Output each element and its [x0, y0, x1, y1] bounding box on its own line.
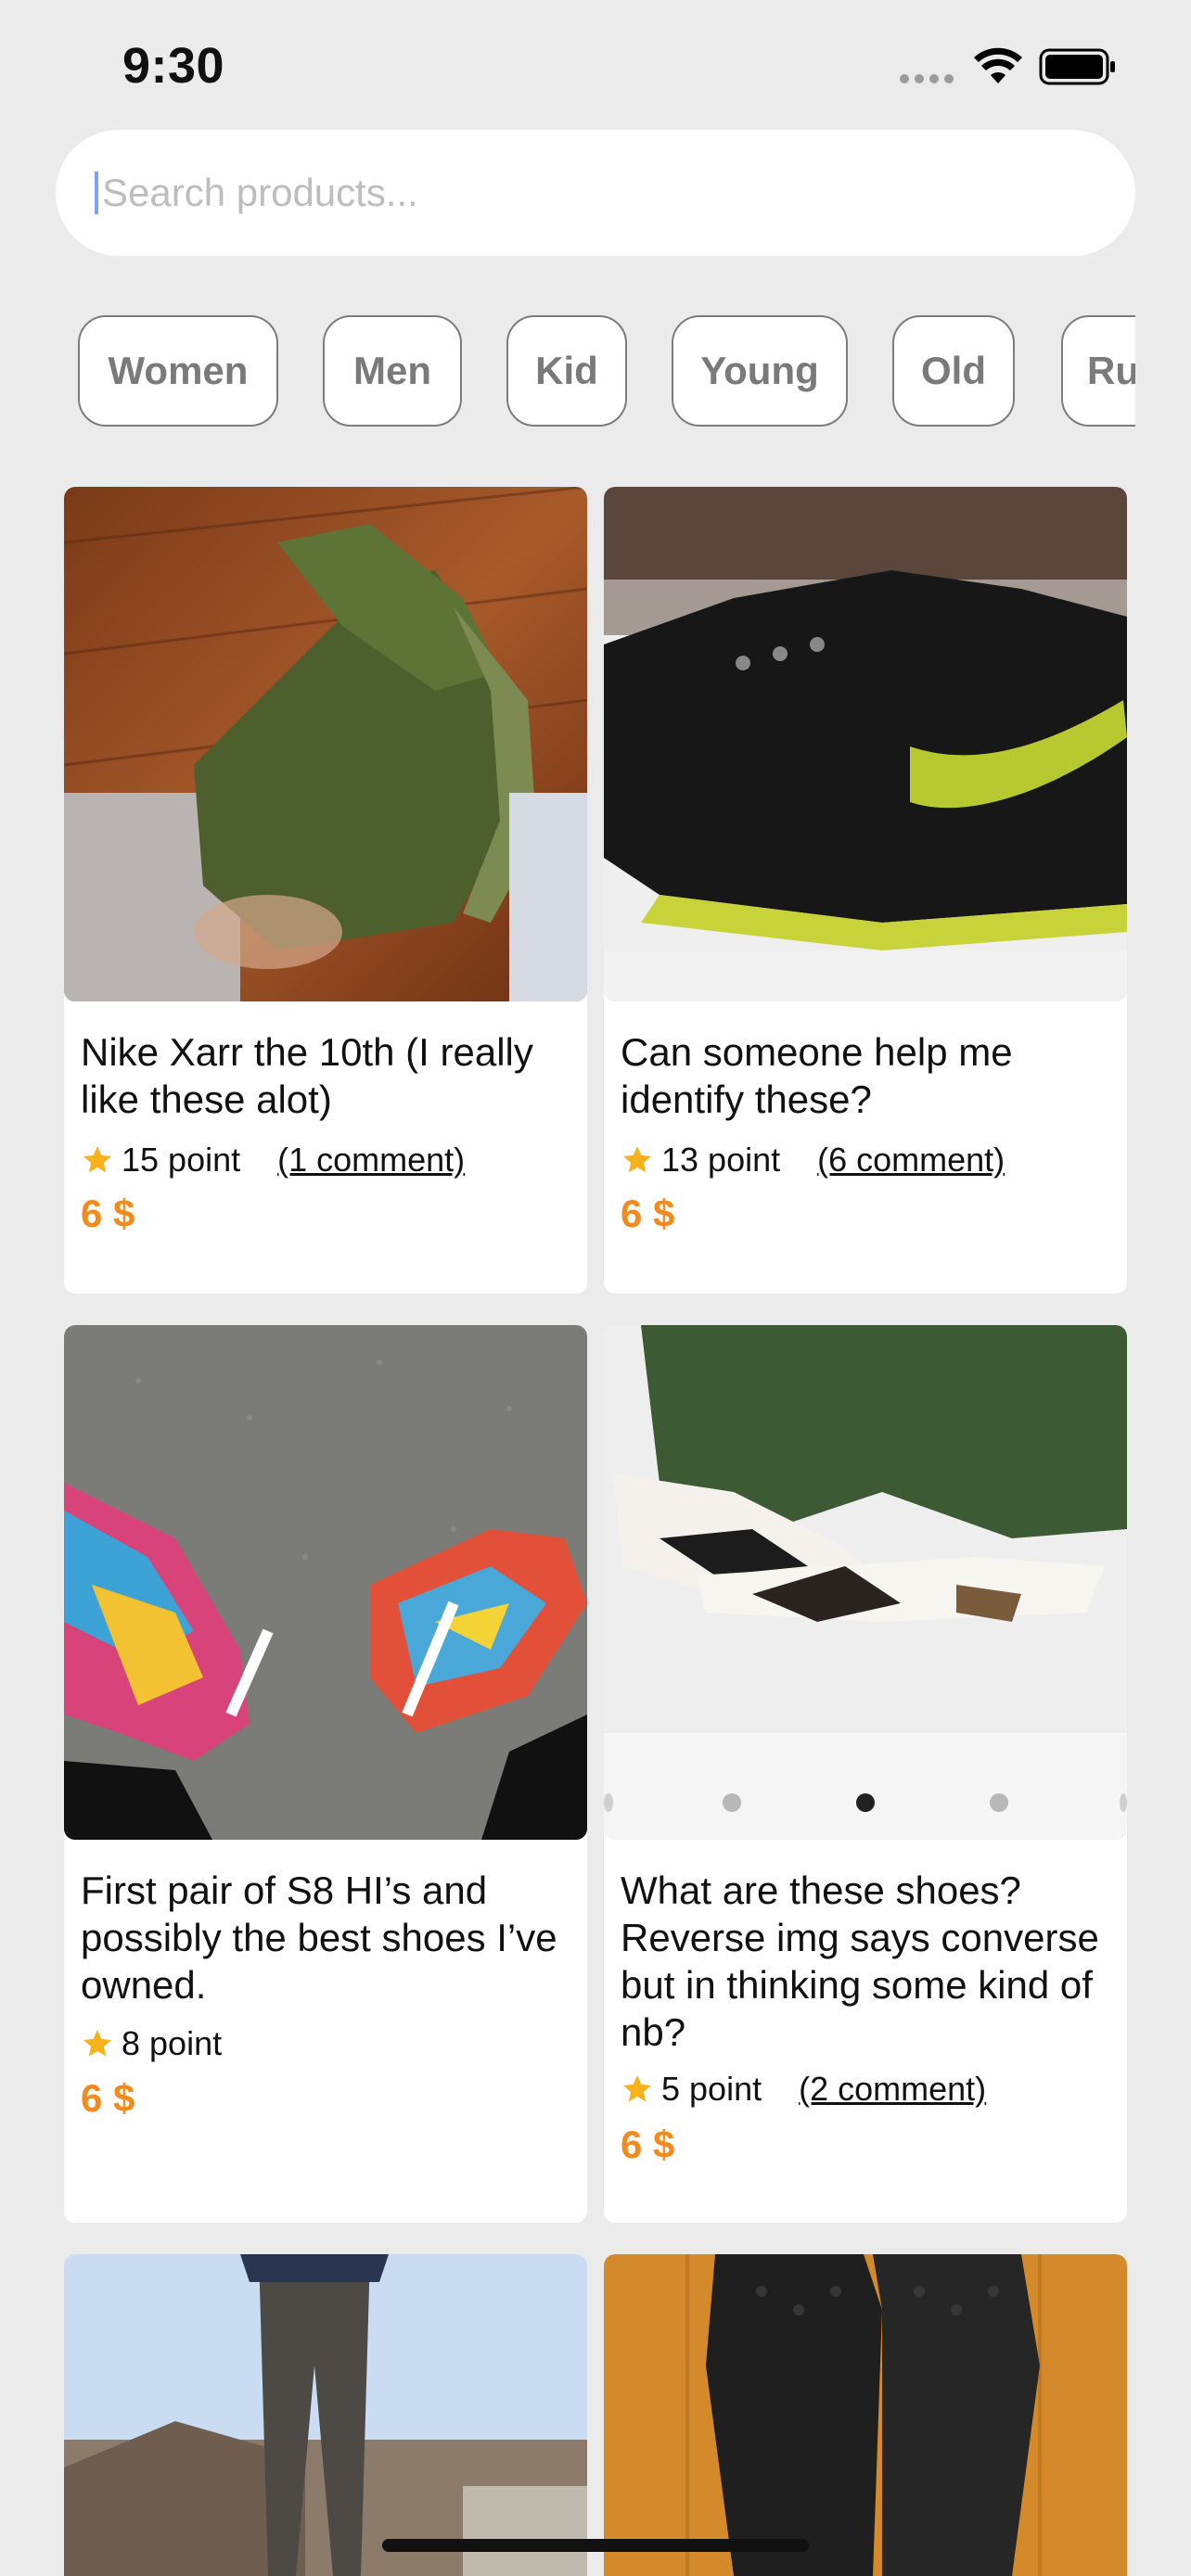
- chip-young[interactable]: Young: [672, 315, 848, 427]
- search-input[interactable]: [102, 171, 1030, 215]
- image-carousel-dots[interactable]: [604, 1793, 1127, 1821]
- comment-link[interactable]: (2 comment): [799, 2070, 986, 2109]
- chip-women[interactable]: Women: [78, 315, 278, 427]
- star-icon: [83, 1146, 111, 1173]
- product-card[interactable]: [604, 2254, 1127, 2576]
- battery-icon: [1039, 48, 1115, 85]
- points-label: 8 point: [122, 2024, 223, 2062]
- home-indicator[interactable]: [382, 2539, 809, 2552]
- category-chips[interactable]: Women Men Kid Young Old Ru: [56, 315, 1135, 430]
- product-title[interactable]: Nike Xarr the 10th (I really like these …: [81, 1028, 572, 1123]
- wifi-icon: [974, 47, 1022, 83]
- product-card[interactable]: First pair of S8 HI’s and possibly the b…: [64, 1325, 587, 2223]
- status-time: 9:30: [122, 38, 225, 94]
- product-price: 6 $: [81, 2076, 135, 2120]
- product-title[interactable]: Can someone help me identify these?: [621, 1028, 1112, 1123]
- product-meta: 5 point (2 comment): [621, 2070, 986, 2109]
- product-image[interactable]: [64, 487, 587, 1001]
- chip-ru[interactable]: Ru: [1061, 315, 1135, 427]
- product-card[interactable]: What are these shoes? Reverse img says c…: [604, 1325, 1127, 2223]
- chip-men[interactable]: Men: [323, 315, 462, 427]
- product-card[interactable]: Nike Xarr the 10th (I really like these …: [64, 487, 587, 1294]
- product-title[interactable]: First pair of S8 HI’s and possibly the b…: [81, 1867, 572, 2009]
- comment-link[interactable]: (6 comment): [817, 1141, 1005, 1180]
- points-label: 5 point: [661, 2070, 762, 2108]
- star-icon: [83, 2030, 111, 2057]
- comment-link[interactable]: (1 comment): [277, 1141, 465, 1180]
- signal-icon: [900, 74, 954, 83]
- product-price: 6 $: [621, 1192, 675, 1235]
- text-cursor: [95, 172, 98, 214]
- product-price: 6 $: [621, 2123, 675, 2166]
- product-image[interactable]: [64, 1325, 587, 1840]
- product-image[interactable]: [604, 487, 1127, 1001]
- star-icon: [623, 2075, 651, 2102]
- product-title[interactable]: What are these shoes? Reverse img says c…: [621, 1867, 1112, 2056]
- star-icon: [623, 1146, 651, 1173]
- product-image[interactable]: [64, 2254, 587, 2576]
- product-image[interactable]: [604, 2254, 1127, 2576]
- chip-old[interactable]: Old: [892, 315, 1015, 427]
- product-price: 6 $: [81, 1192, 135, 1235]
- product-card[interactable]: [64, 2254, 587, 2576]
- points-label: 13 point: [661, 1141, 781, 1179]
- product-meta: 13 point (6 comment): [621, 1141, 1005, 1180]
- chip-kid[interactable]: Kid: [506, 315, 627, 427]
- search-bar[interactable]: [56, 130, 1135, 256]
- product-meta: 15 point (1 comment): [81, 1141, 465, 1180]
- product-meta: 8 point: [81, 2024, 222, 2063]
- product-card[interactable]: Can someone help me identify these? 13 p…: [604, 487, 1127, 1294]
- status-bar: 9:30: [0, 0, 1191, 130]
- product-image[interactable]: [604, 1325, 1127, 1840]
- points-label: 15 point: [122, 1141, 241, 1179]
